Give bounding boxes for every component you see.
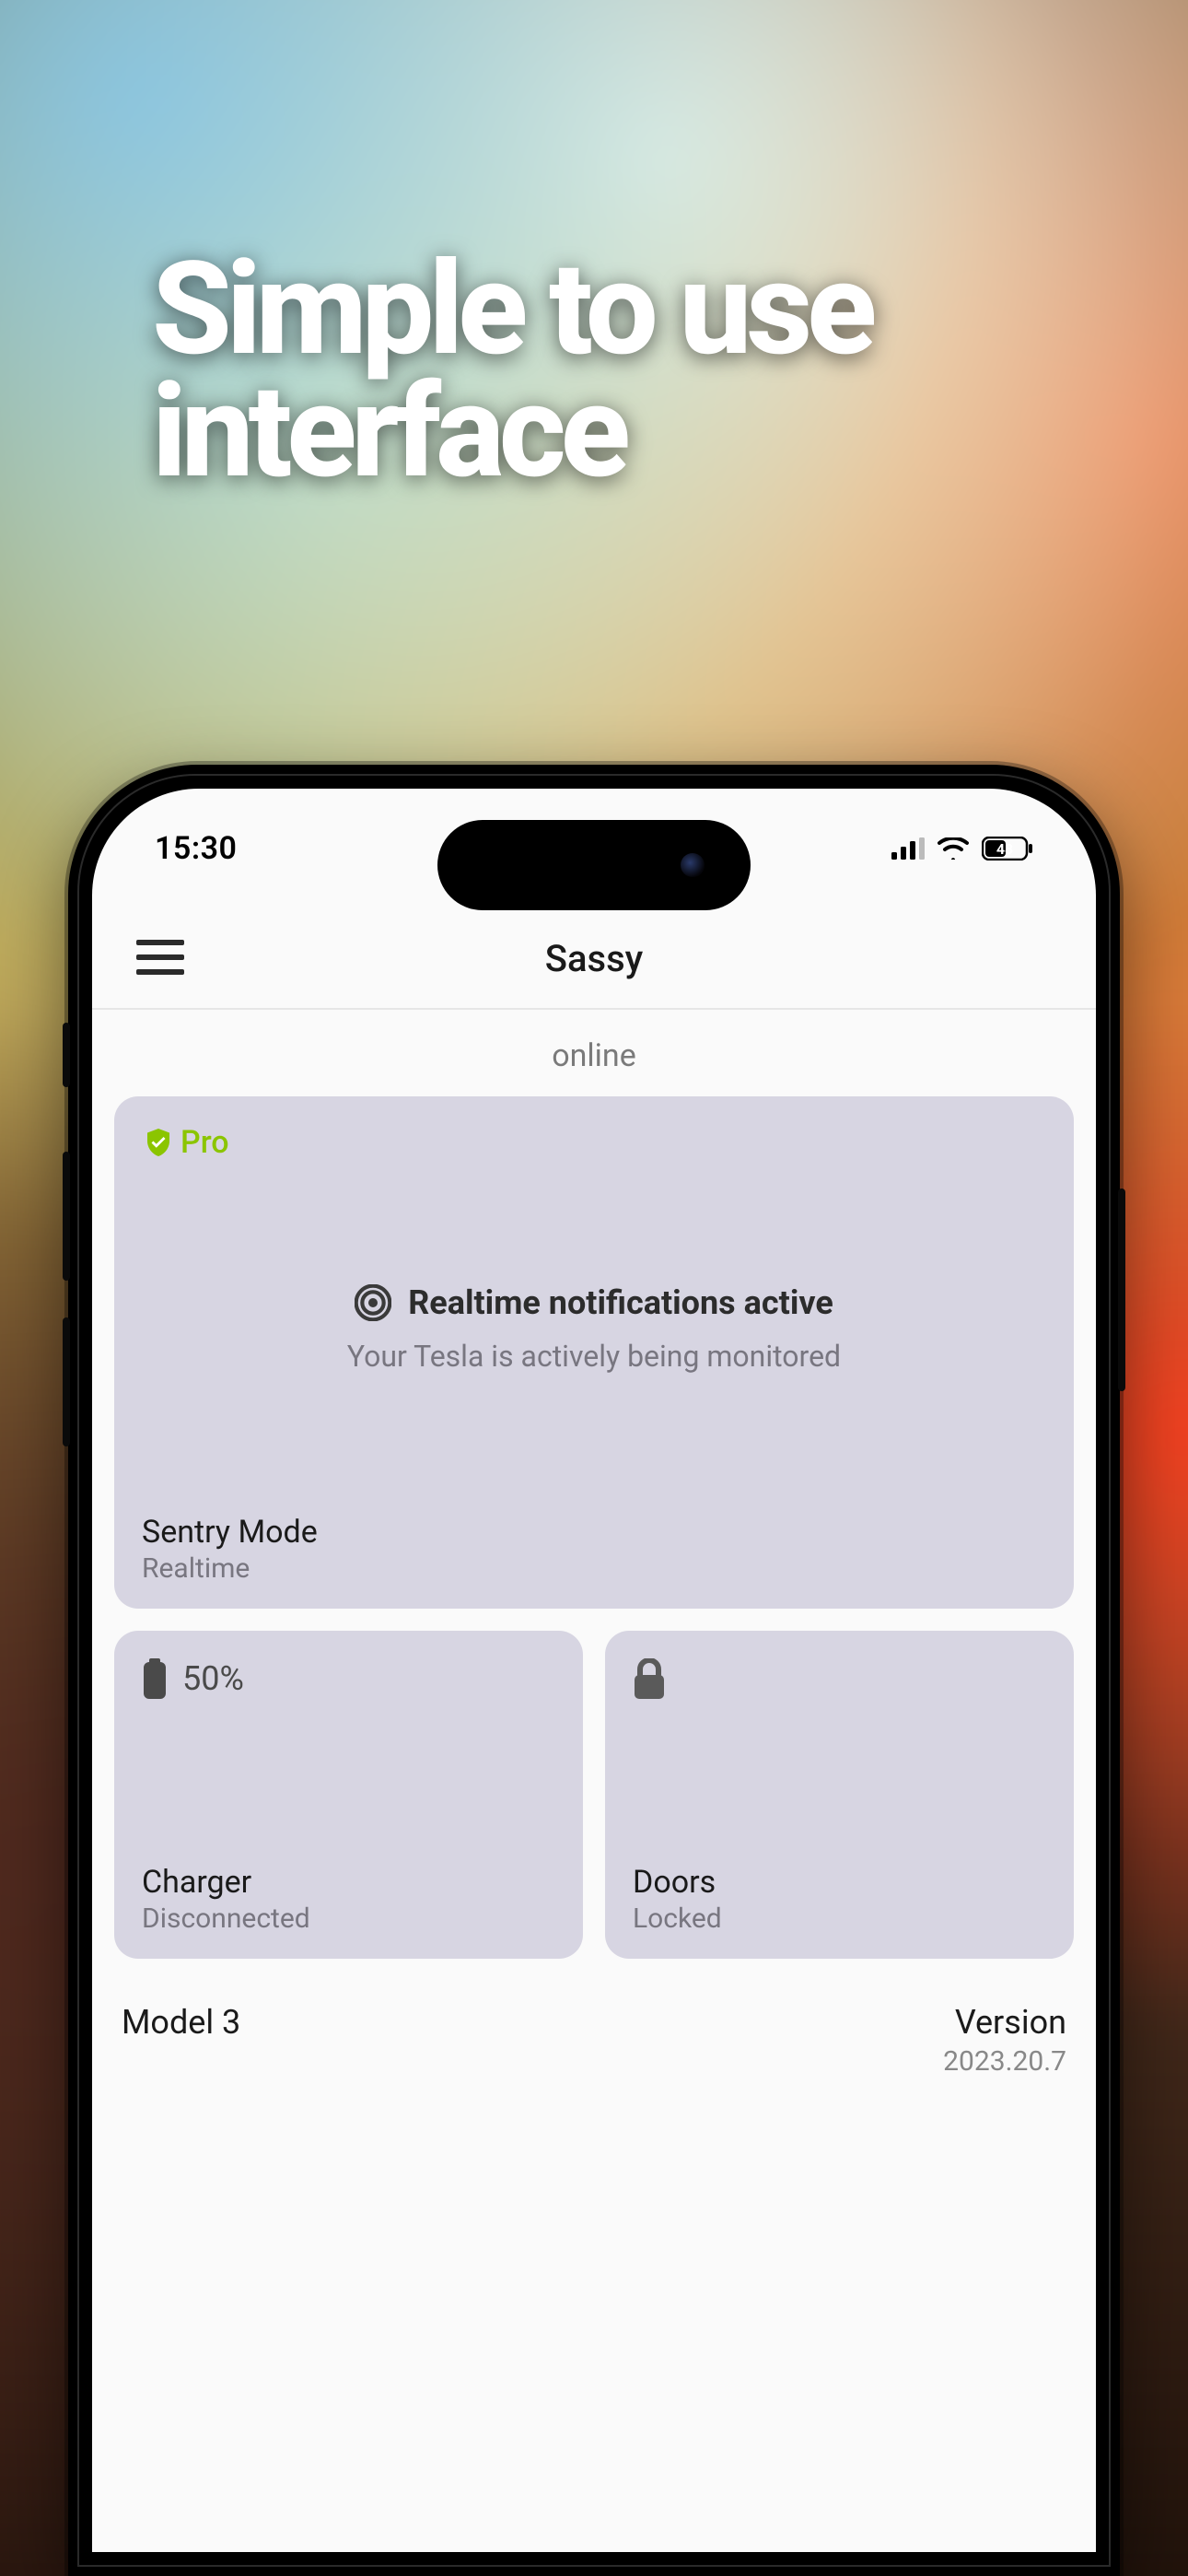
- notification-block: Realtime notifications active Your Tesla…: [142, 1142, 1046, 1514]
- charger-card-footer: Charger Disconnected: [142, 1864, 555, 1935]
- version-label: Version: [943, 2003, 1066, 2042]
- phone-frame: 15:30 48: [68, 765, 1120, 2576]
- doors-card-title: Doors: [633, 1864, 1046, 1901]
- sentry-card-title: Sentry Mode: [142, 1514, 1046, 1551]
- phone-screen: 15:30 48: [92, 789, 1096, 2552]
- main-content: online Pro Re: [92, 1012, 1096, 2552]
- battery-percentage: 50%: [182, 1659, 244, 1698]
- svg-text:48: 48: [996, 840, 1013, 858]
- status-time: 15:30: [155, 830, 237, 867]
- lock-icon: [633, 1658, 666, 1699]
- app-header: Sassy: [92, 908, 1096, 1010]
- doors-card-top: [633, 1658, 1046, 1699]
- menu-button[interactable]: [136, 940, 184, 977]
- phone-side-button: [63, 1152, 70, 1281]
- charger-card-title: Charger: [142, 1864, 555, 1901]
- battery-icon: 48: [982, 837, 1033, 861]
- vehicle-version: Version 2023.20.7: [943, 2003, 1066, 2078]
- battery-icon: [142, 1658, 168, 1699]
- phone-side-button: [1118, 1188, 1125, 1391]
- sentry-mode-card[interactable]: Pro Realtime notifications active Your T…: [114, 1096, 1074, 1609]
- charger-card[interactable]: 50% Charger Disconnected: [114, 1631, 583, 1959]
- promo-headline-line2: interface: [152, 371, 871, 494]
- charger-card-top: 50%: [142, 1658, 555, 1699]
- sentry-card-sub: Realtime: [142, 1552, 1046, 1585]
- vehicle-model: Model 3: [122, 2003, 240, 2078]
- status-bar: 15:30 48: [92, 789, 1096, 908]
- sentry-card-footer: Sentry Mode Realtime: [142, 1514, 1046, 1585]
- charger-card-sub: Disconnected: [142, 1903, 555, 1935]
- doors-card-sub: Locked: [633, 1903, 1046, 1935]
- online-status: online: [114, 1012, 1074, 1096]
- vehicle-meta-row: Model 3 Version 2023.20.7: [114, 1959, 1074, 2078]
- wifi-icon: [938, 837, 969, 860]
- broadcast-icon: [355, 1284, 391, 1321]
- notification-subtitle: Your Tesla is actively being monitored: [347, 1339, 841, 1374]
- doors-card[interactable]: Doors Locked: [605, 1631, 1074, 1959]
- notification-title-row: Realtime notifications active: [355, 1283, 833, 1322]
- notification-title: Realtime notifications active: [408, 1283, 833, 1322]
- promo-headline: Simple to use interface: [152, 249, 871, 494]
- app-title: Sassy: [545, 937, 644, 980]
- version-value: 2023.20.7: [943, 2045, 1066, 2078]
- cellular-icon: [891, 837, 925, 860]
- phone-side-button: [63, 1023, 70, 1087]
- phone-side-button: [63, 1317, 70, 1446]
- doors-card-footer: Doors Locked: [633, 1864, 1046, 1935]
- card-row: 50% Charger Disconnected: [114, 1631, 1074, 1959]
- status-indicators: 48: [891, 837, 1033, 861]
